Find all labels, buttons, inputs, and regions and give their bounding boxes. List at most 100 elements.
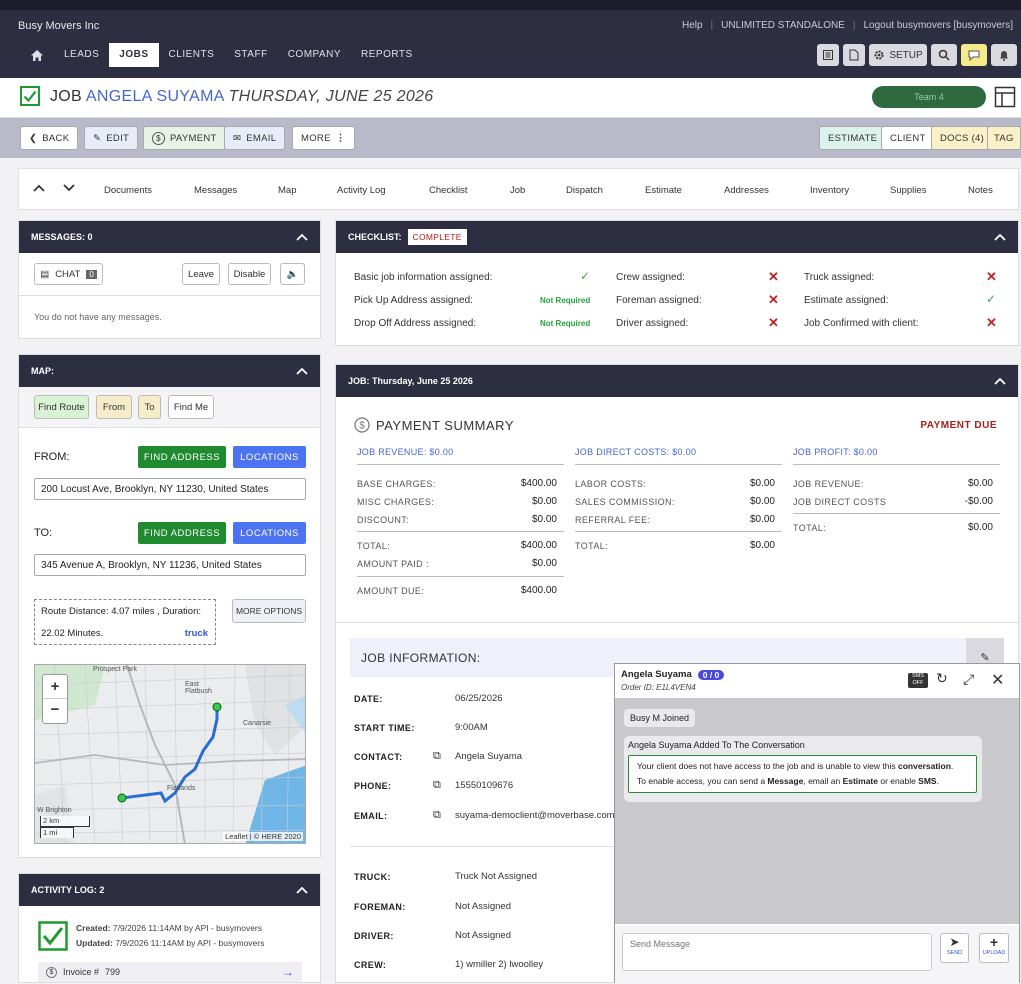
- plan-link[interactable]: UNLIMITED STANDALONE: [721, 20, 845, 31]
- estimate-button[interactable]: ESTIMATE: [819, 126, 887, 150]
- chevron-up-icon[interactable]: [33, 183, 45, 193]
- copy-icon[interactable]: ⧉: [433, 809, 441, 822]
- collapse-icon[interactable]: [994, 233, 1006, 241]
- nav-company[interactable]: COMPANY: [278, 43, 351, 67]
- list-icon[interactable]: [817, 44, 839, 66]
- chevron-down-icon[interactable]: [63, 183, 75, 193]
- tab-map[interactable]: Map: [278, 185, 296, 196]
- email-button[interactable]: ✉ EMAIL: [224, 126, 286, 150]
- tag-button[interactable]: TAG: [987, 126, 1021, 150]
- dollar-icon: $: [46, 966, 57, 978]
- checklist-item-label: Truck assigned:: [804, 272, 875, 283]
- nav-clients[interactable]: CLIENTS: [159, 43, 225, 67]
- more-options-button[interactable]: MORE OPTIONS: [232, 599, 306, 623]
- search-icon[interactable]: [931, 44, 957, 66]
- route-mode[interactable]: truck: [185, 628, 208, 639]
- job-panel-title: JOB: Thursday, June 25 2026: [348, 376, 473, 386]
- home-icon[interactable]: [20, 43, 54, 67]
- checklist-item-label: Basic job information assigned:: [354, 272, 493, 283]
- tab-inventory[interactable]: Inventory: [810, 185, 849, 196]
- to-button[interactable]: To: [138, 395, 161, 419]
- collapse-icon[interactable]: [296, 367, 308, 375]
- back-button[interactable]: ❮ BACK: [20, 126, 79, 150]
- collapse-icon[interactable]: [296, 886, 308, 894]
- speaker-icon[interactable]: 🔈: [280, 263, 305, 285]
- from-button[interactable]: From: [96, 395, 132, 419]
- collapse-icon[interactable]: [994, 377, 1006, 385]
- zoom-control: + −: [42, 674, 68, 724]
- assign-label: DRIVER:: [354, 931, 394, 941]
- tab-notes[interactable]: Notes: [968, 185, 993, 196]
- copy-icon[interactable]: ⧉: [433, 750, 441, 763]
- map-label: East Flatbush: [185, 681, 212, 695]
- map-attribution[interactable]: Leaflet | © HERE 2020: [223, 832, 303, 841]
- chat-order-id: Order ID: E1L4VEN4: [621, 683, 696, 692]
- locations-to-button[interactable]: LOCATIONS: [233, 522, 306, 544]
- chat-button[interactable]: ▤ CHAT 0: [34, 263, 103, 285]
- team-badge[interactable]: Team 4: [872, 86, 986, 108]
- nav-leads[interactable]: LEADS: [54, 43, 109, 67]
- chat-bubble-icon[interactable]: [961, 44, 987, 66]
- sms-off-icon[interactable]: SMS OFF: [908, 673, 928, 688]
- zoom-out-button[interactable]: −: [43, 699, 67, 723]
- disable-button[interactable]: Disable: [228, 263, 271, 285]
- nav-staff[interactable]: STAFF: [224, 43, 277, 67]
- from-address-input[interactable]: [34, 478, 306, 500]
- logout-link[interactable]: Logout busymovers [busymovers]: [863, 20, 1013, 31]
- section-tabs: Documents Messages Map Activity Log Chec…: [18, 168, 1019, 210]
- row-label: MISC CHARGES:: [357, 497, 435, 507]
- tab-dispatch[interactable]: Dispatch: [566, 185, 603, 196]
- zoom-in-button[interactable]: +: [43, 675, 67, 699]
- main-nav: LEADS JOBS CLIENTS STAFF COMPANY REPORTS: [20, 43, 423, 67]
- collapse-icon[interactable]: [296, 233, 308, 241]
- tab-job[interactable]: Job: [510, 185, 525, 196]
- checklist-item-label: Foreman assigned:: [616, 295, 702, 306]
- client-button[interactable]: CLIENT: [881, 126, 935, 150]
- pencil-icon: ✎: [93, 132, 102, 144]
- to-address-input[interactable]: [34, 554, 306, 576]
- job-confirmed-check-icon: [20, 86, 40, 106]
- nav-reports[interactable]: REPORTS: [351, 43, 423, 67]
- row-value: $0.00: [531, 496, 557, 507]
- help-link[interactable]: Help: [682, 20, 703, 31]
- tab-checklist[interactable]: Checklist: [429, 185, 468, 196]
- info-value[interactable]: suyama-democlient@moverbase.com: [455, 810, 615, 821]
- chat-icon: ▤: [40, 268, 50, 280]
- arrow-right-icon[interactable]: →: [282, 965, 294, 979]
- send-message-input[interactable]: [622, 933, 932, 971]
- locations-from-button[interactable]: LOCATIONS: [233, 446, 306, 468]
- bell-icon[interactable]: [991, 44, 1017, 66]
- edit-button[interactable]: ✎ EDIT: [84, 126, 139, 150]
- find-route-button[interactable]: Find Route: [34, 395, 89, 419]
- upload-button[interactable]: + UPLOAD: [979, 933, 1009, 963]
- send-button[interactable]: ➤ SEND: [940, 933, 969, 963]
- refresh-icon[interactable]: ↻: [936, 670, 948, 687]
- leave-button[interactable]: Leave: [182, 263, 220, 285]
- layout-icon[interactable]: [994, 86, 1016, 108]
- find-address-to-button[interactable]: FIND ADDRESS: [138, 522, 226, 544]
- expand-icon[interactable]: ⤢: [963, 671, 974, 688]
- payment-button[interactable]: $ PAYMENT: [143, 126, 226, 150]
- row-label: DISCOUNT:: [357, 515, 410, 525]
- tab-estimate[interactable]: Estimate: [645, 185, 682, 196]
- copy-icon[interactable]: ⧉: [433, 779, 441, 792]
- route-map[interactable]: Prospect Park East Flatbush Canarsie Fla…: [34, 664, 306, 844]
- find-address-from-button[interactable]: FIND ADDRESS: [138, 446, 226, 468]
- row-label: LABOR COSTS:: [575, 479, 647, 489]
- docs-button[interactable]: DOCS (4): [931, 126, 994, 150]
- check-icon: [38, 921, 68, 951]
- nav-jobs[interactable]: JOBS: [109, 43, 159, 67]
- invoice-row[interactable]: $ Invoice # 799 →: [38, 962, 302, 982]
- tab-activity-log[interactable]: Activity Log: [337, 185, 386, 196]
- find-me-button[interactable]: Find Me: [168, 395, 214, 419]
- close-icon[interactable]: ✕: [991, 670, 1004, 690]
- document-icon[interactable]: [843, 44, 865, 66]
- job-client-name[interactable]: ANGELA SUYAMA: [86, 88, 224, 105]
- tab-documents[interactable]: Documents: [104, 185, 152, 196]
- tab-messages[interactable]: Messages: [194, 185, 237, 196]
- tab-addresses[interactable]: Addresses: [724, 185, 769, 196]
- more-button[interactable]: MORE ⋮: [292, 126, 355, 150]
- check-icon: ✓: [986, 292, 997, 306]
- tab-supplies[interactable]: Supplies: [890, 185, 926, 196]
- setup-button[interactable]: SETUP: [869, 44, 927, 66]
